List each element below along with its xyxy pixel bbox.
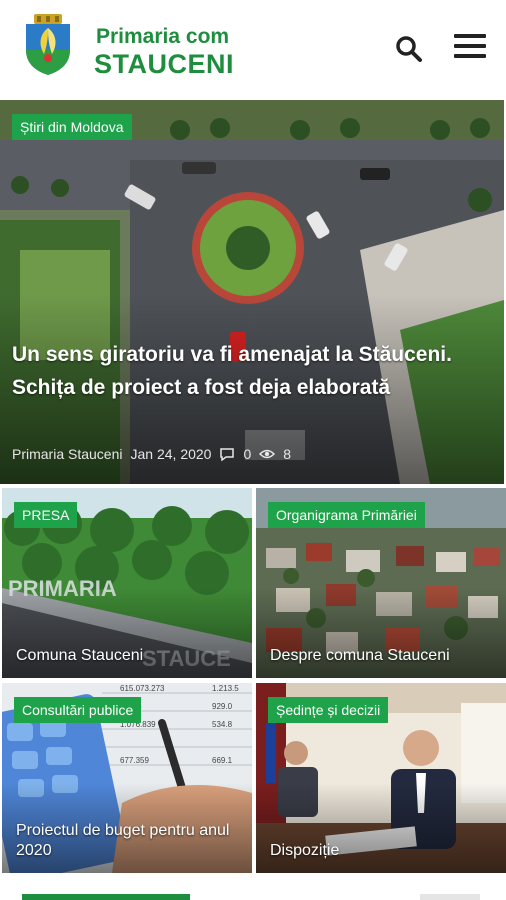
- article-title[interactable]: Un sens giratoriu va fi amenajat la Stău…: [12, 338, 482, 404]
- search-icon: [396, 36, 422, 62]
- category-badge[interactable]: PRESA: [14, 502, 78, 528]
- article-author[interactable]: Primaria Stauceni: [12, 446, 123, 462]
- view-count: 8: [283, 446, 292, 462]
- svg-text:534.8: 534.8: [212, 720, 233, 729]
- svg-text:1.213.5: 1.213.5: [212, 684, 239, 693]
- article-tile-organigrama[interactable]: Organigrama Primăriei Despre comuna Stau…: [256, 488, 506, 678]
- comment-icon: [220, 448, 235, 461]
- category-badge[interactable]: Consultări publice: [14, 697, 142, 723]
- svg-text:677.359: 677.359: [120, 756, 149, 765]
- svg-text:669.1: 669.1: [212, 756, 233, 765]
- views-eye-icon: [259, 449, 276, 459]
- svg-text:929.0: 929.0: [212, 702, 233, 711]
- tile-title[interactable]: Despre comuna Stauceni: [270, 646, 496, 666]
- logo-title-line1: Primaria com: [96, 25, 230, 48]
- article-tile-presa[interactable]: PRIMARIA STAUCE PRESA Comuna Stauceni: [2, 488, 252, 678]
- site-logo[interactable]: Primaria com STAUCENI: [20, 12, 280, 82]
- category-badge[interactable]: Știri din Moldova: [12, 114, 132, 140]
- tile-title[interactable]: Dispoziție: [270, 841, 496, 861]
- comment-count: 0: [243, 446, 252, 462]
- section-header-bar: [22, 894, 190, 900]
- svg-text:615.073.273: 615.073.273: [120, 684, 165, 693]
- coat-of-arms-icon: [26, 14, 70, 75]
- article-date: Jan 24, 2020: [130, 446, 212, 462]
- section-nav-placeholder: [420, 894, 480, 900]
- category-badge[interactable]: Organigrama Primăriei: [268, 502, 425, 528]
- category-badge[interactable]: Ședințe și decizii: [268, 697, 389, 723]
- tile-title[interactable]: Proiectul de buget pentru anul 2020: [16, 821, 242, 861]
- article-meta: Primaria Stauceni Jan 24, 2020 0 8: [12, 446, 291, 462]
- article-tile-sedinte[interactable]: Ședințe și decizii Dispoziție: [256, 683, 506, 873]
- tile-title[interactable]: Comuna Stauceni: [16, 646, 242, 666]
- article-tile-consultari[interactable]: 615.073.2731.213.5 428.7929.0 1.076.8395…: [2, 683, 252, 873]
- site-header: Primaria com STAUCENI: [0, 0, 506, 100]
- search-button[interactable]: [394, 34, 424, 64]
- hamburger-menu-icon[interactable]: [454, 34, 486, 62]
- featured-article[interactable]: Știri din Moldova Un sens giratoriu va f…: [0, 100, 504, 484]
- logo-title-line2: STAUCENI: [94, 49, 235, 79]
